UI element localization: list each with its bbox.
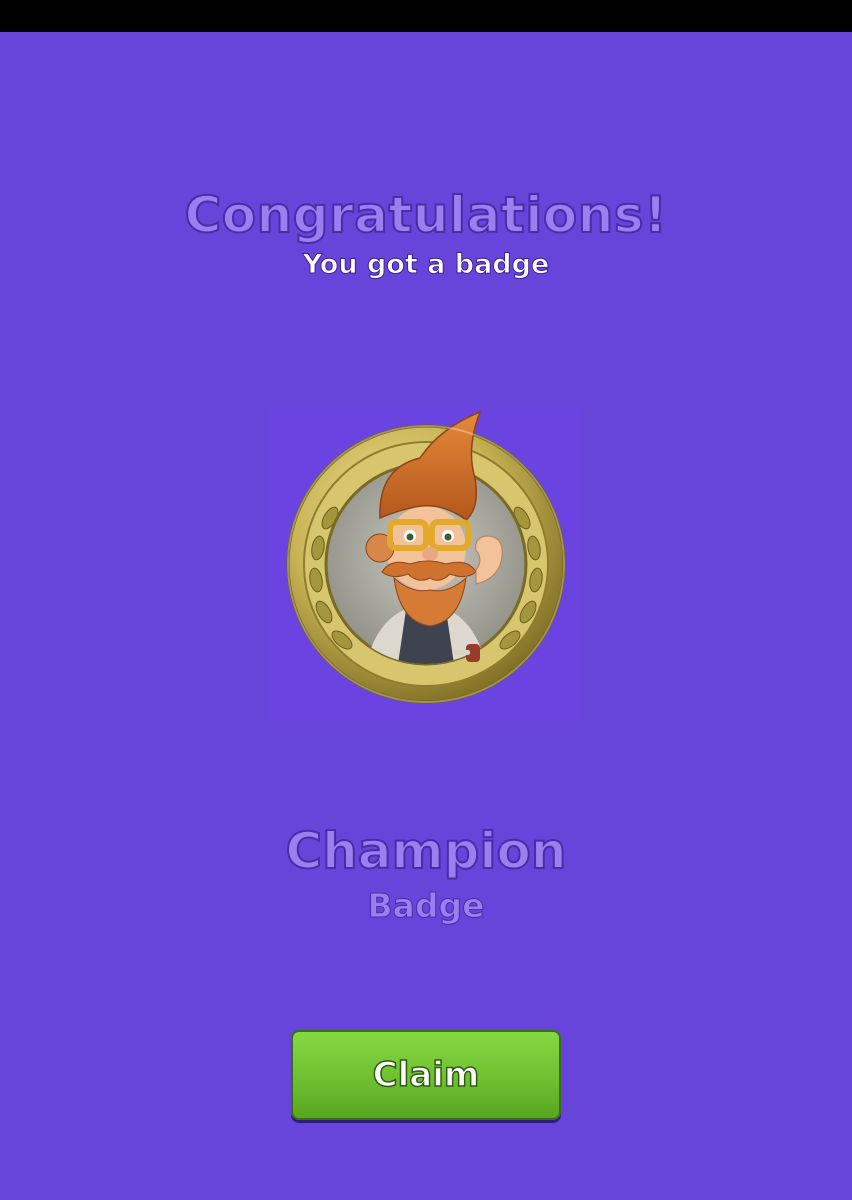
badge-name: Champion [284,821,567,881]
status-bar [0,0,852,32]
badge-type: Badge [367,886,485,926]
claim-button[interactable]: Claim [291,1030,561,1120]
badge-image [270,408,582,720]
champion-badge-icon [286,410,566,704]
congratulations-title: Congratulations! [184,185,668,245]
claim-button-label: Claim [372,1054,480,1096]
badge-subtitle: You got a badge [302,249,550,281]
